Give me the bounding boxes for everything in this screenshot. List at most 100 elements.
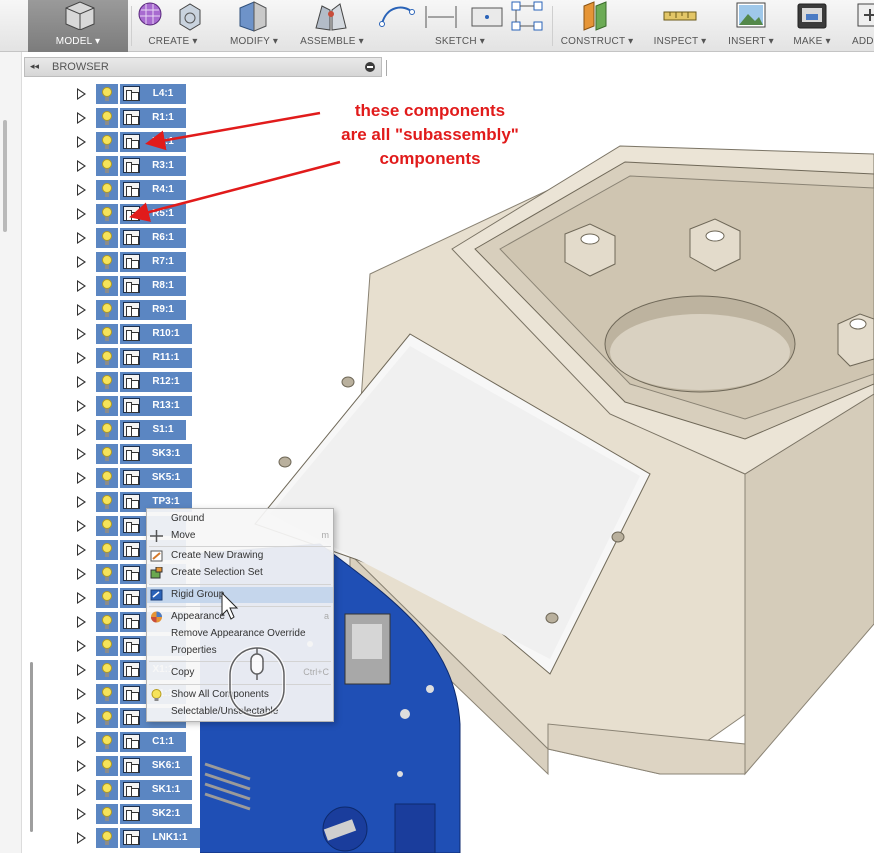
tree-row[interactable]: LNK1:1	[0, 828, 200, 850]
expand-arrow-icon[interactable]	[77, 208, 86, 220]
tree-row[interactable]: C1:1	[0, 732, 200, 754]
expand-arrow-icon[interactable]	[77, 304, 86, 316]
expand-arrow-icon[interactable]	[77, 136, 86, 148]
visibility-toggle[interactable]	[96, 84, 118, 104]
component-node[interactable]: LNK1:1	[120, 828, 200, 848]
component-node[interactable]: SK1:1	[120, 780, 192, 800]
tree-row[interactable]: S1:1	[0, 420, 200, 442]
component-node[interactable]: R3:1	[120, 156, 186, 176]
tree-row[interactable]: R2:1	[0, 132, 200, 154]
visibility-toggle[interactable]	[96, 156, 118, 176]
visibility-toggle[interactable]	[96, 540, 118, 560]
make-menu[interactable]: MAKE ▾	[788, 0, 836, 52]
tree-row[interactable]: R11:1	[0, 348, 200, 370]
expand-arrow-icon[interactable]	[77, 88, 86, 100]
visibility-toggle[interactable]	[96, 204, 118, 224]
component-node[interactable]: R7:1	[120, 252, 186, 272]
visibility-toggle[interactable]	[96, 396, 118, 416]
visibility-toggle[interactable]	[96, 732, 118, 752]
component-node[interactable]: R12:1	[120, 372, 192, 392]
tree-row[interactable]: R7:1	[0, 252, 200, 274]
menu-item-remove-appearance-override[interactable]: Remove Appearance Override	[147, 626, 333, 642]
inspect-menu[interactable]: INSPECT ▾	[648, 0, 712, 52]
construct-menu[interactable]: CONSTRUCT ▾	[556, 0, 638, 52]
expand-arrow-icon[interactable]	[77, 664, 86, 676]
add-ins-menu[interactable]: ADD	[844, 0, 874, 52]
visibility-toggle[interactable]	[96, 180, 118, 200]
component-node[interactable]: R9:1	[120, 300, 186, 320]
component-node[interactable]: R13:1	[120, 396, 192, 416]
expand-arrow-icon[interactable]	[77, 832, 86, 844]
menu-item-selectable-unselectable[interactable]: Selectable/Unselectable	[147, 704, 333, 720]
visibility-toggle[interactable]	[96, 684, 118, 704]
tree-row[interactable]: SK2:1	[0, 804, 200, 826]
expand-arrow-icon[interactable]	[77, 760, 86, 772]
visibility-toggle[interactable]	[96, 780, 118, 800]
menu-item-ground[interactable]: Ground	[147, 511, 333, 527]
visibility-toggle[interactable]	[96, 492, 118, 512]
menu-item-show-all-components[interactable]: Show All Components	[147, 687, 333, 703]
visibility-toggle[interactable]	[96, 756, 118, 776]
visibility-toggle[interactable]	[96, 348, 118, 368]
expand-arrow-icon[interactable]	[77, 184, 86, 196]
modify-menu[interactable]: MODIFY ▾	[222, 0, 286, 52]
tree-row[interactable]: R10:1	[0, 324, 200, 346]
tree-row[interactable]: SK3:1	[0, 444, 200, 466]
tree-row[interactable]: SK1:1	[0, 780, 200, 802]
expand-arrow-icon[interactable]	[77, 808, 86, 820]
tree-row[interactable]: R8:1	[0, 276, 200, 298]
component-node[interactable]: SK2:1	[120, 804, 192, 824]
expand-arrow-icon[interactable]	[77, 640, 86, 652]
component-node[interactable]: S1:1	[120, 420, 186, 440]
expand-arrow-icon[interactable]	[77, 112, 86, 124]
visibility-toggle[interactable]	[96, 612, 118, 632]
visibility-toggle[interactable]	[96, 804, 118, 824]
visibility-toggle[interactable]	[96, 300, 118, 320]
expand-arrow-icon[interactable]	[77, 280, 86, 292]
browser-resize-grip[interactable]	[386, 60, 387, 76]
expand-arrow-icon[interactable]	[77, 496, 86, 508]
component-node[interactable]: R11:1	[120, 348, 192, 368]
tree-row[interactable]: SK6:1	[0, 756, 200, 778]
expand-arrow-icon[interactable]	[77, 520, 86, 532]
expand-arrow-icon[interactable]	[77, 712, 86, 724]
tree-row[interactable]: R4:1	[0, 180, 200, 202]
visibility-toggle[interactable]	[96, 252, 118, 272]
expand-arrow-icon[interactable]	[77, 736, 86, 748]
visibility-toggle[interactable]	[96, 444, 118, 464]
tree-row[interactable]: R12:1	[0, 372, 200, 394]
tree-row[interactable]: R5:1	[0, 204, 200, 226]
visibility-toggle[interactable]	[96, 636, 118, 656]
tree-row[interactable]: L4:1	[0, 84, 200, 106]
assemble-menu[interactable]: ASSEMBLE ▾	[296, 0, 368, 52]
visibility-toggle[interactable]	[96, 828, 118, 848]
sketch-menu[interactable]: SKETCH ▾	[372, 0, 548, 52]
expand-arrow-icon[interactable]	[77, 784, 86, 796]
menu-item-create-new-drawing[interactable]: Create New Drawing	[147, 548, 333, 564]
component-node[interactable]: R4:1	[120, 180, 186, 200]
component-node[interactable]: C1:1	[120, 732, 186, 752]
insert-menu[interactable]: INSERT ▾	[722, 0, 780, 52]
visibility-toggle[interactable]	[96, 588, 118, 608]
visibility-toggle[interactable]	[96, 108, 118, 128]
component-node[interactable]: SK3:1	[120, 444, 192, 464]
expand-arrow-icon[interactable]	[77, 328, 86, 340]
component-node[interactable]: R1:1	[120, 108, 186, 128]
expand-arrow-icon[interactable]	[77, 472, 86, 484]
pin-browser-icon[interactable]	[365, 62, 375, 72]
collapse-browser-button[interactable]: ◂◂	[30, 61, 39, 72]
menu-item-rigid-group[interactable]: Rigid Group	[147, 587, 333, 603]
expand-arrow-icon[interactable]	[77, 424, 86, 436]
expand-arrow-icon[interactable]	[77, 400, 86, 412]
component-node[interactable]: R6:1	[120, 228, 186, 248]
model-workspace-menu[interactable]: MODEL ▾	[28, 0, 128, 52]
expand-arrow-icon[interactable]	[77, 568, 86, 580]
visibility-toggle[interactable]	[96, 132, 118, 152]
menu-item-create-selection-set[interactable]: Create Selection Set	[147, 565, 333, 581]
expand-arrow-icon[interactable]	[77, 232, 86, 244]
visibility-toggle[interactable]	[96, 516, 118, 536]
visibility-toggle[interactable]	[96, 420, 118, 440]
component-node[interactable]: R2:1	[120, 132, 186, 152]
component-node[interactable]: SK6:1	[120, 756, 192, 776]
expand-arrow-icon[interactable]	[77, 256, 86, 268]
